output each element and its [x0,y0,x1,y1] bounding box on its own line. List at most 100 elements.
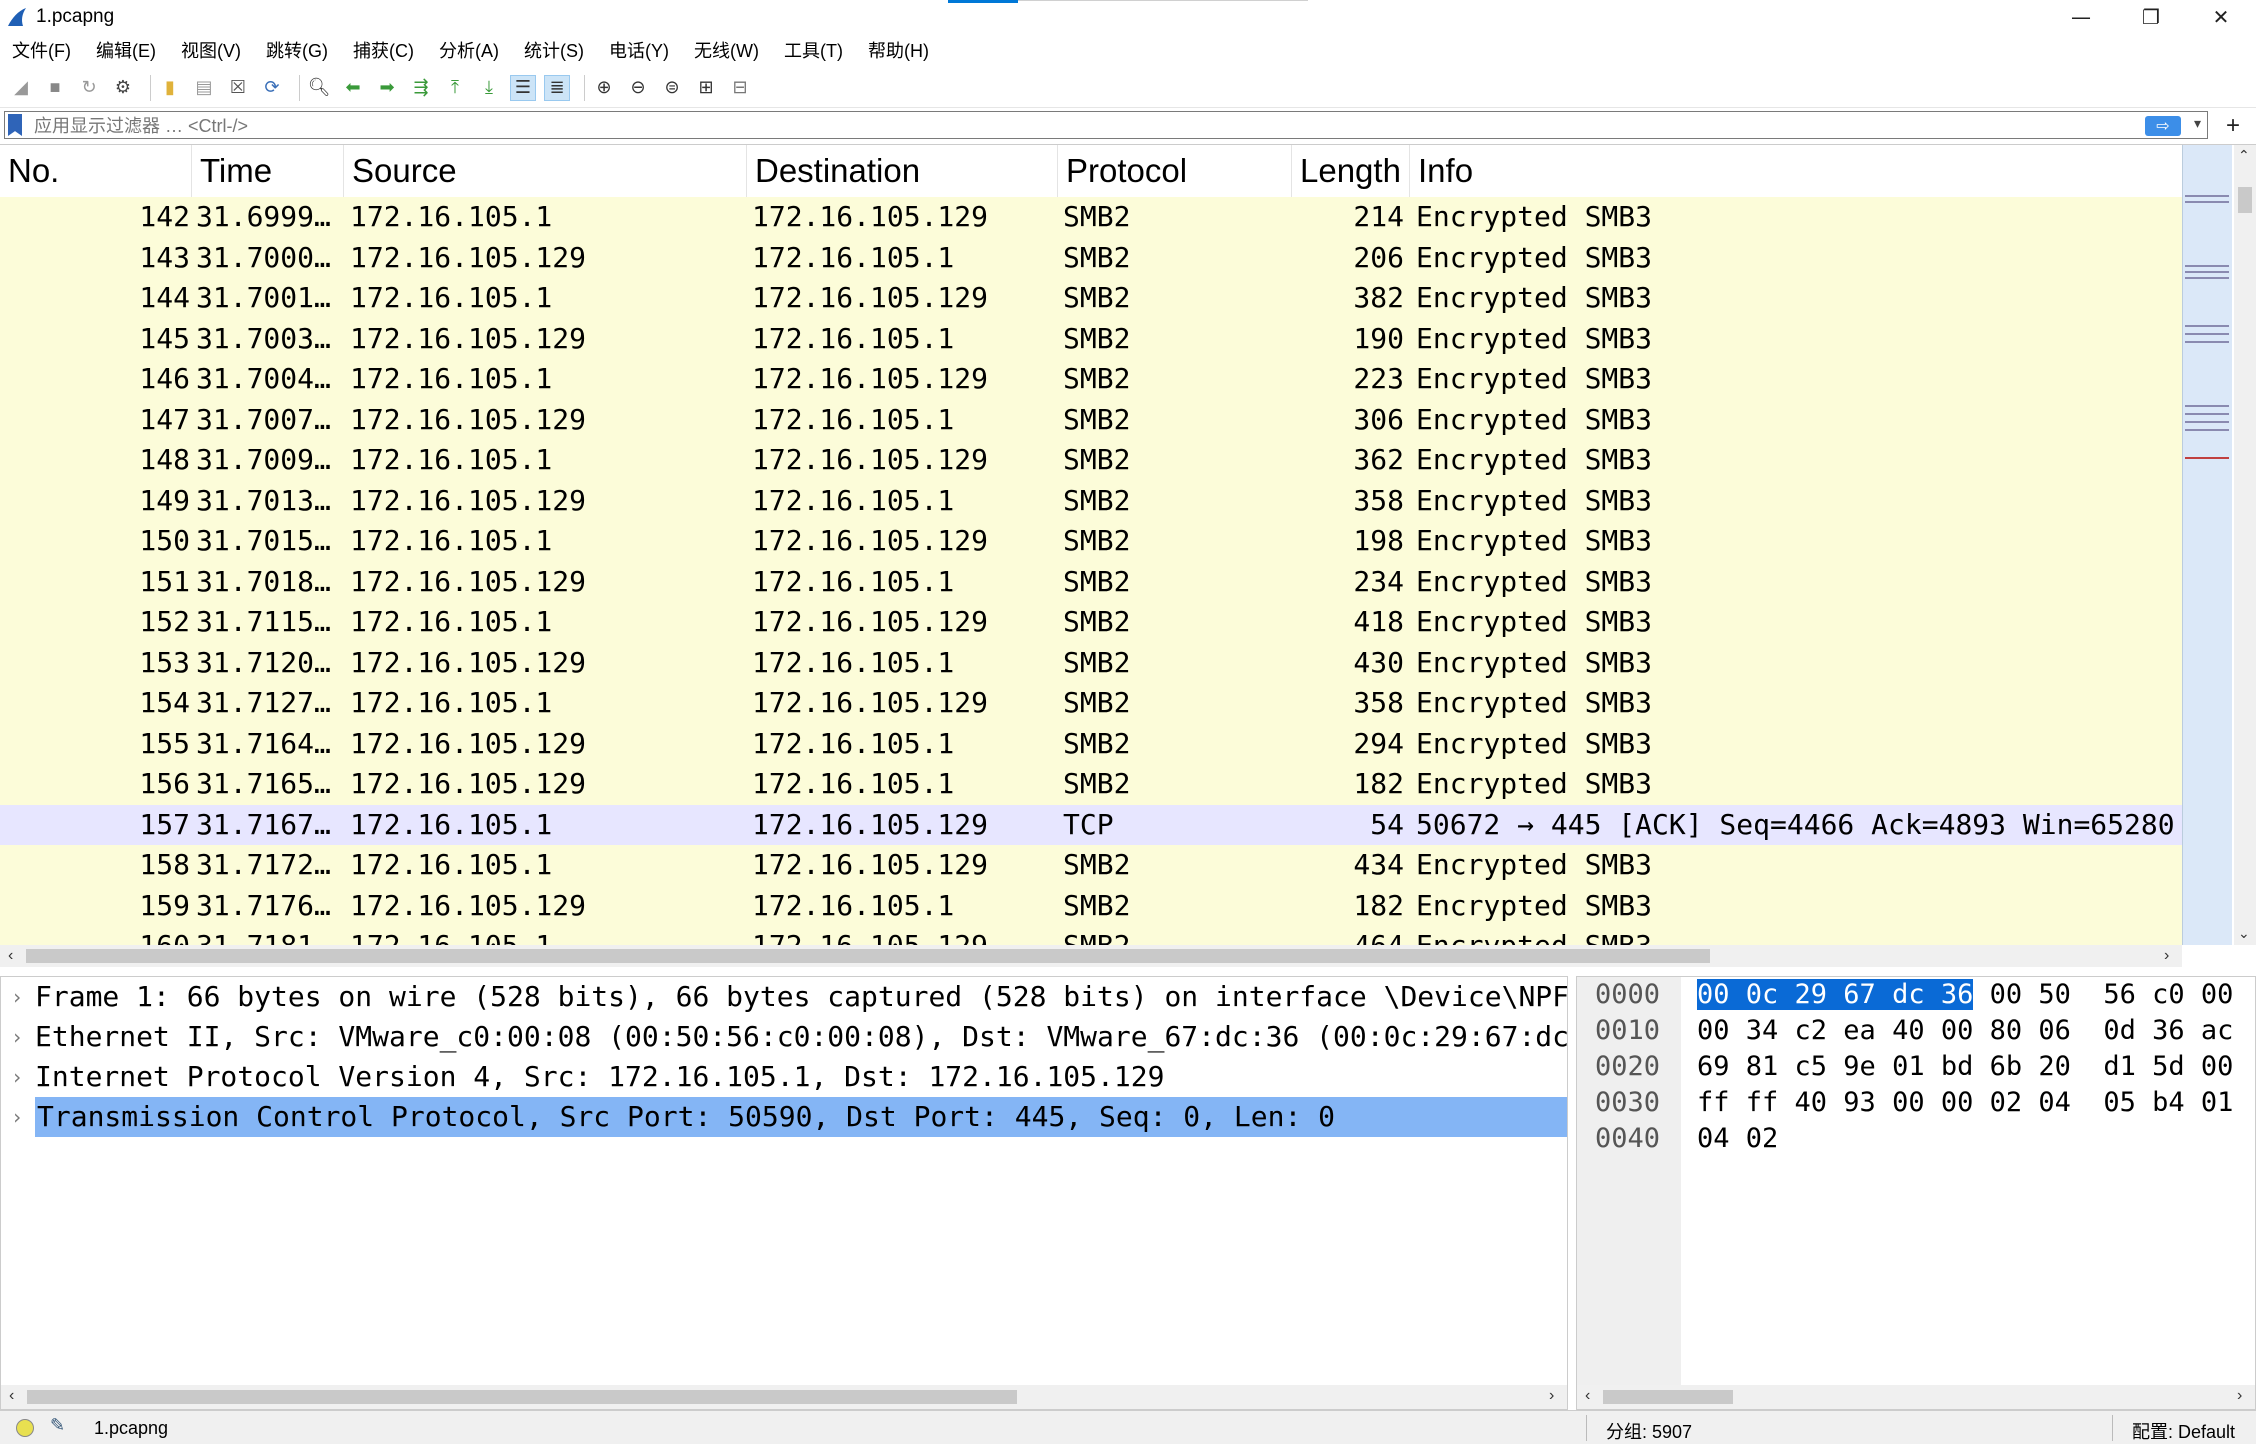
detail-tree-item-selected[interactable]: › Transmission Control Protocol, Src Por… [1,1097,1567,1137]
hex-row[interactable]: 00 0c 29 67 dc 36 00 50 56 c0 00 [1697,979,2233,1010]
detail-tree-item[interactable]: › Internet Protocol Version 4, Src: 172.… [1,1057,1567,1097]
stop-icon[interactable]: ■ [42,75,68,101]
autoscroll-icon[interactable]: ☰ [510,74,536,101]
go-forward-icon[interactable]: ➡ [374,75,400,101]
expand-chevron-icon[interactable]: › [11,1057,23,1097]
detail-tree-item[interactable]: › Ethernet II, Src: VMware_c0:00:08 (00:… [1,1017,1567,1057]
packet-row[interactable]: 144 31.7001… 172.16.105.1 172.16.105.129 SMB… [0,278,2182,319]
close-button[interactable]: ✕ [2186,0,2256,34]
packet-row[interactable]: 143 31.7000… 172.16.105.129 172.16.105.1 SMB… [0,237,2182,278]
scroll-down-icon[interactable]: ⌄ [2238,925,2250,942]
expand-chevron-icon[interactable]: › [11,1097,23,1137]
column-length[interactable]: Length [1292,145,1410,197]
zoom-in-icon[interactable]: ⊕ [591,75,617,101]
packet-list-vertical-scrollbar[interactable]: ⌃ ⌄ [2234,145,2256,945]
packet-list-horizontal-scrollbar[interactable]: ‹ › [0,945,2182,967]
scroll-up-icon[interactable]: ⌃ [2238,147,2250,164]
find-packet-icon[interactable]: 🔍︎ [306,75,332,101]
restart-icon[interactable]: ↻ [76,75,102,101]
packet-row[interactable]: 154 31.7127… 172.16.105.1 172.16.105.129 SMB… [0,683,2182,724]
resize-columns-icon[interactable]: ⊞ [693,75,719,101]
packet-row[interactable]: 155 31.7164… 172.16.105.129 172.16.105.1 SMB… [0,723,2182,764]
add-filter-button-icon[interactable]: + [2226,112,2240,140]
hex-row[interactable]: 69 81 c5 9e 01 bd 6b 20 d1 5d 00 [1697,1051,2233,1082]
packet-row[interactable]: 156 31.7165… 172.16.105.129 172.16.105.1 SMB… [0,764,2182,805]
filter-dropdown-chevron-icon[interactable]: ▾ [2194,115,2201,132]
packet-minimap[interactable] [2182,145,2232,945]
capture-options-icon[interactable]: ⚙ [110,75,136,101]
column-no[interactable]: No. [0,145,192,197]
column-destination[interactable]: Destination [747,145,1058,197]
menu-telephony[interactable]: 电话(Y) [609,37,669,63]
menu-go[interactable]: 跳转(G) [266,37,328,63]
packet-length: 382 [1353,281,1404,314]
close-file-icon[interactable]: ☒ [225,75,251,101]
packet-row[interactable]: 145 31.7003… 172.16.105.129 172.16.105.1 SMB… [0,318,2182,359]
restore-button[interactable]: ❐ [2116,0,2186,34]
packet-row[interactable]: 148 31.7009… 172.16.105.1 172.16.105.129 SMB… [0,440,2182,481]
detail-tree-item[interactable]: › Frame 1: 66 bytes on wire (528 bits), … [1,977,1567,1017]
bookmark-icon[interactable] [8,114,22,136]
packet-row[interactable]: 147 31.7007… 172.16.105.129 172.16.105.1 SMB… [0,399,2182,440]
capture-comment-icon[interactable]: ✎ [50,1415,65,1436]
menu-wireless[interactable]: 无线(W) [694,37,759,63]
scroll-left-icon[interactable]: ‹ [1585,1385,1590,1407]
menu-tools[interactable]: 工具(T) [784,37,843,63]
bytes-horizontal-scrollbar[interactable]: ‹ › [1577,1385,2255,1409]
hex-row[interactable]: ff ff 40 93 00 00 02 04 05 b4 01 [1697,1087,2233,1118]
status-profile[interactable]: 配置: Default [2132,1418,2235,1444]
scroll-thumb[interactable] [26,949,1710,963]
go-first-icon[interactable]: ⤒ [442,75,468,101]
scroll-thumb[interactable] [27,1390,1017,1404]
packet-row[interactable]: 159 31.7176… 172.16.105.129 172.16.105.1 SMB… [0,885,2182,926]
menu-capture[interactable]: 捕获(C) [353,37,414,63]
menu-analyze[interactable]: 分析(A) [439,37,499,63]
open-file-icon[interactable]: ▮ [157,75,183,101]
expand-chevron-icon[interactable]: › [11,977,23,1017]
go-last-icon[interactable]: ⤓ [476,75,502,101]
column-time[interactable]: Time [192,145,344,197]
scroll-right-icon[interactable]: › [2237,1385,2242,1407]
menu-file[interactable]: 文件(F) [12,37,71,63]
packet-row[interactable]: 150 31.7015… 172.16.105.1 172.16.105.129 SMB… [0,521,2182,562]
scroll-thumb[interactable] [2238,187,2252,213]
display-filter-input[interactable]: 应用显示过滤器 … <Ctrl-/> ⇨ ▾ [4,111,2208,139]
column-protocol[interactable]: Protocol [1058,145,1292,197]
layout-icon[interactable]: ⊟ [727,75,753,101]
packet-row[interactable]: 157 31.7167… 172.16.105.1 172.16.105.129 TCP… [0,804,2182,845]
go-to-packet-icon[interactable]: ⇶ [408,75,434,101]
details-horizontal-scrollbar[interactable]: ‹ › [1,1385,1567,1409]
save-file-icon[interactable]: ▤ [191,75,217,101]
menu-view[interactable]: 视图(V) [181,37,241,63]
packet-row[interactable]: 146 31.7004… 172.16.105.1 172.16.105.129 SMB… [0,359,2182,400]
scroll-left-icon[interactable]: ‹ [9,1385,14,1407]
column-source[interactable]: Source [344,145,747,197]
expert-info-indicator-icon[interactable] [16,1419,34,1437]
go-back-icon[interactable]: ⬅ [340,75,366,101]
hex-row[interactable]: 04 02 [1697,1123,1778,1154]
menu-help[interactable]: 帮助(H) [868,37,929,63]
packet-row[interactable]: 158 31.7172… 172.16.105.1 172.16.105.129 SMB… [0,845,2182,886]
reload-icon[interactable]: ⟳ [259,75,285,101]
column-info[interactable]: Info [1410,145,2182,197]
packet-row[interactable]: 153 31.7120… 172.16.105.129 172.16.105.1 SMB… [0,642,2182,683]
packet-row[interactable]: 149 31.7013… 172.16.105.129 172.16.105.1 SMB… [0,480,2182,521]
zoom-normal-icon[interactable]: ⊜ [659,75,685,101]
hex-row[interactable]: 00 34 c2 ea 40 00 80 06 0d 36 ac [1697,1015,2233,1046]
scroll-left-icon[interactable]: ‹ [8,945,13,967]
packet-row[interactable]: 142 31.6999… 172.16.105.1 172.16.105.129 SMB… [0,197,2182,238]
zoom-out-icon[interactable]: ⊖ [625,75,651,101]
packet-row[interactable]: 151 31.7018… 172.16.105.129 172.16.105.1 SMB… [0,561,2182,602]
shark-fin-start-icon[interactable]: ◢ [8,75,34,101]
colorize-icon[interactable]: ≣ [544,74,570,101]
scroll-thumb[interactable] [1603,1390,1733,1404]
scroll-right-icon[interactable]: › [1549,1385,1554,1407]
menu-statistics[interactable]: 统计(S) [524,37,584,63]
menu-edit[interactable]: 编辑(E) [96,37,156,63]
minimize-button[interactable]: — [2046,0,2116,34]
apply-filter-arrow-icon[interactable]: ⇨ [2145,116,2181,136]
expand-chevron-icon[interactable]: › [11,1017,23,1057]
scroll-right-icon[interactable]: › [2164,945,2169,967]
packet-row[interactable]: 152 31.7115… 172.16.105.1 172.16.105.129 SMB… [0,602,2182,643]
packet-row[interactable]: 160 31.7181… 172.16.105.1172.16.105.129 SMB… [0,926,2182,945]
